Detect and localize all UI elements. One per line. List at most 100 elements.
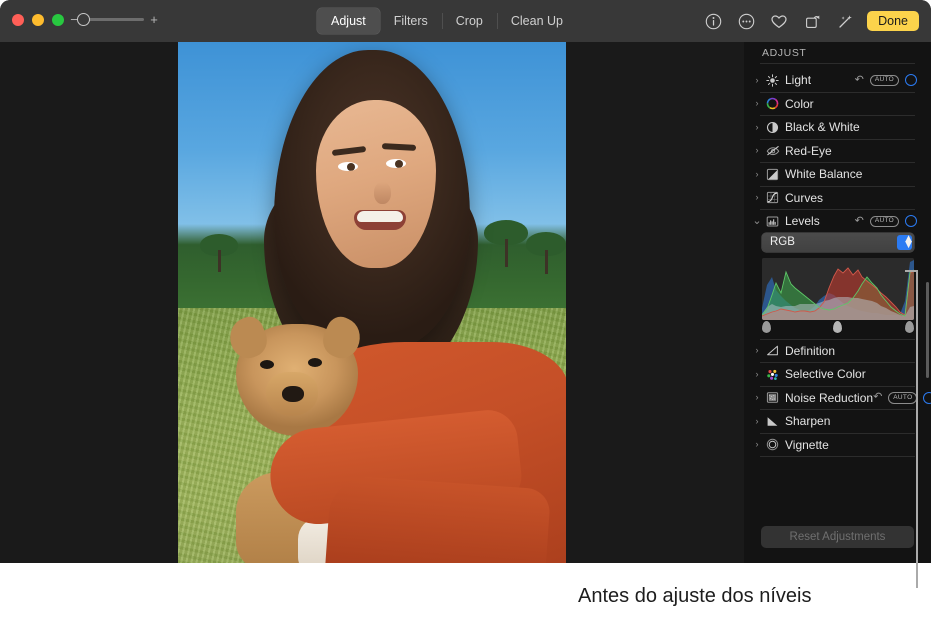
sidebar-item-label: White Balance [785, 167, 862, 181]
zoom-slider-knob[interactable] [77, 13, 90, 26]
levels-channel-select[interactable]: RGB ▲▼ [762, 233, 914, 252]
photo-mouth [354, 210, 406, 230]
sidebar-item-label: Vignette [785, 438, 829, 452]
sidebar-item-label: Color [785, 97, 814, 111]
more-options-icon[interactable] [735, 10, 757, 32]
sidebar-item-noise-reduction[interactable]: › Noise Reduction ↶ AUTO [744, 387, 931, 410]
reset-arrow-icon[interactable]: ↶ [855, 75, 864, 86]
row-controls: ↶ AUTO [855, 215, 917, 227]
sidebar-item-definition[interactable]: › Definition [744, 340, 931, 363]
sidebar-title: ADJUST [762, 47, 806, 59]
contrast-circle-icon [764, 121, 781, 134]
definition-icon [764, 344, 781, 357]
vignette-icon [764, 438, 781, 451]
photo-dog-eye [260, 360, 274, 369]
chevron-right-icon[interactable]: › [750, 76, 764, 85]
chevron-right-icon[interactable]: › [750, 370, 764, 379]
curves-grid-icon [764, 191, 781, 204]
close-window-button[interactable] [12, 14, 24, 26]
window-controls [12, 14, 64, 26]
edited-photo[interactable] [178, 42, 566, 563]
midpoint-handle[interactable] [833, 321, 842, 333]
levels-channel-value: RGB [770, 236, 795, 248]
photo-nose [374, 182, 391, 204]
zoom-slider-track[interactable] [84, 18, 144, 21]
sidebar-item-label: Curves [785, 191, 823, 205]
chevron-right-icon[interactable]: › [750, 440, 764, 449]
sidebar-scrollbar[interactable] [926, 282, 929, 378]
sidebar-item-label: Red-Eye [785, 144, 832, 158]
sidebar-item-sharpen[interactable]: › Sharpen [744, 410, 931, 433]
photo-tree-trunk [218, 250, 221, 272]
photo-dog-nose [282, 386, 304, 402]
chevron-right-icon[interactable]: › [750, 146, 764, 155]
sidebar-item-levels[interactable]: ⌄ Levels ↶ AUTO [744, 210, 931, 233]
sidebar-item-light[interactable]: › Light ↶ AUTO [744, 69, 931, 92]
sidebar-item-label: Definition [785, 344, 835, 358]
enable-toggle[interactable] [923, 392, 931, 404]
levels-panel: RGB ▲▼ [744, 233, 931, 339]
divider [760, 456, 915, 457]
black-point-handle[interactable] [762, 321, 771, 333]
sidebar-item-selective-color[interactable]: › Selective Color [744, 363, 931, 386]
chevron-right-icon[interactable]: › [750, 123, 764, 132]
chevron-right-icon[interactable]: › [750, 346, 764, 355]
minimize-window-button[interactable] [32, 14, 44, 26]
info-icon[interactable] [702, 10, 724, 32]
tab-crop[interactable]: Crop [442, 8, 497, 34]
sidebar-item-curves[interactable]: › Curves [744, 187, 931, 210]
edit-mode-tabs: Adjust Filters Crop Clean Up [317, 8, 577, 34]
adjust-sidebar: ADJUST › Light ↶ AUTO › [744, 42, 931, 563]
sidebar-item-white-balance[interactable]: › White Balance [744, 163, 931, 186]
auto-button[interactable]: AUTO [870, 216, 899, 228]
tab-clean-up[interactable]: Clean Up [497, 8, 577, 34]
figure-caption: Antes do ajuste dos níveis [578, 585, 811, 608]
photo-eye [386, 159, 406, 168]
enable-toggle[interactable] [905, 74, 917, 86]
sidebar-item-red-eye[interactable]: › Red-Eye [744, 140, 931, 163]
sidebar-item-color[interactable]: › Color [744, 93, 931, 116]
favorite-heart-icon[interactable] [768, 10, 790, 32]
noise-reduction-icon [764, 391, 781, 404]
zoom-in-label[interactable]: + [150, 13, 158, 26]
rotate-icon[interactable] [801, 10, 823, 32]
sidebar-item-label: Selective Color [785, 367, 866, 381]
chevron-right-icon[interactable]: › [750, 393, 764, 402]
sidebar-item-label: Sharpen [785, 414, 830, 428]
sidebar-item-vignette[interactable]: › Vignette [744, 434, 931, 457]
reset-arrow-icon[interactable]: ↶ [873, 392, 882, 403]
chevron-right-icon[interactable]: › [750, 99, 764, 108]
chevron-down-icon[interactable]: ⌄ [750, 216, 764, 227]
auto-button[interactable]: AUTO [888, 392, 917, 404]
chevron-right-icon[interactable]: › [750, 170, 764, 179]
reset-arrow-icon[interactable]: ↶ [855, 216, 864, 227]
done-button[interactable]: Done [867, 11, 919, 32]
zoom-slider[interactable]: − + [70, 13, 158, 26]
maximize-window-button[interactable] [52, 14, 64, 26]
adjustment-list: › Light ↶ AUTO › Color [744, 69, 931, 457]
chevron-right-icon[interactable]: › [750, 193, 764, 202]
photo-tree-trunk [545, 250, 548, 274]
enable-toggle[interactable] [905, 215, 917, 227]
reset-adjustments-button[interactable]: Reset Adjustments [761, 526, 914, 548]
levels-slider-track[interactable] [762, 321, 914, 335]
photos-editor-window: − + Adjust Filters Crop Clean Up [0, 0, 931, 563]
sharpen-icon [764, 415, 781, 428]
auto-button[interactable]: AUTO [870, 75, 899, 87]
auto-enhance-wand-icon[interactable] [834, 10, 856, 32]
levels-histogram[interactable] [762, 258, 914, 320]
photo-subject-forearm [325, 474, 551, 563]
tab-adjust[interactable]: Adjust [317, 8, 380, 34]
photo-eye [338, 162, 358, 171]
sidebar-item-black-and-white[interactable]: › Black & White [744, 116, 931, 139]
row-controls: ↶ AUTO [855, 74, 917, 86]
row-controls: ↶ AUTO [873, 392, 931, 404]
photo-eyebrow [332, 146, 366, 156]
levels-icon [764, 215, 781, 228]
chevron-right-icon[interactable]: › [750, 417, 764, 426]
chevron-up-down-icon[interactable]: ▲▼ [897, 235, 912, 250]
sidebar-item-label: Black & White [785, 120, 860, 134]
white-point-handle[interactable] [905, 321, 914, 333]
tab-filters[interactable]: Filters [380, 8, 442, 34]
toolbar: − + Adjust Filters Crop Clean Up [0, 0, 931, 42]
